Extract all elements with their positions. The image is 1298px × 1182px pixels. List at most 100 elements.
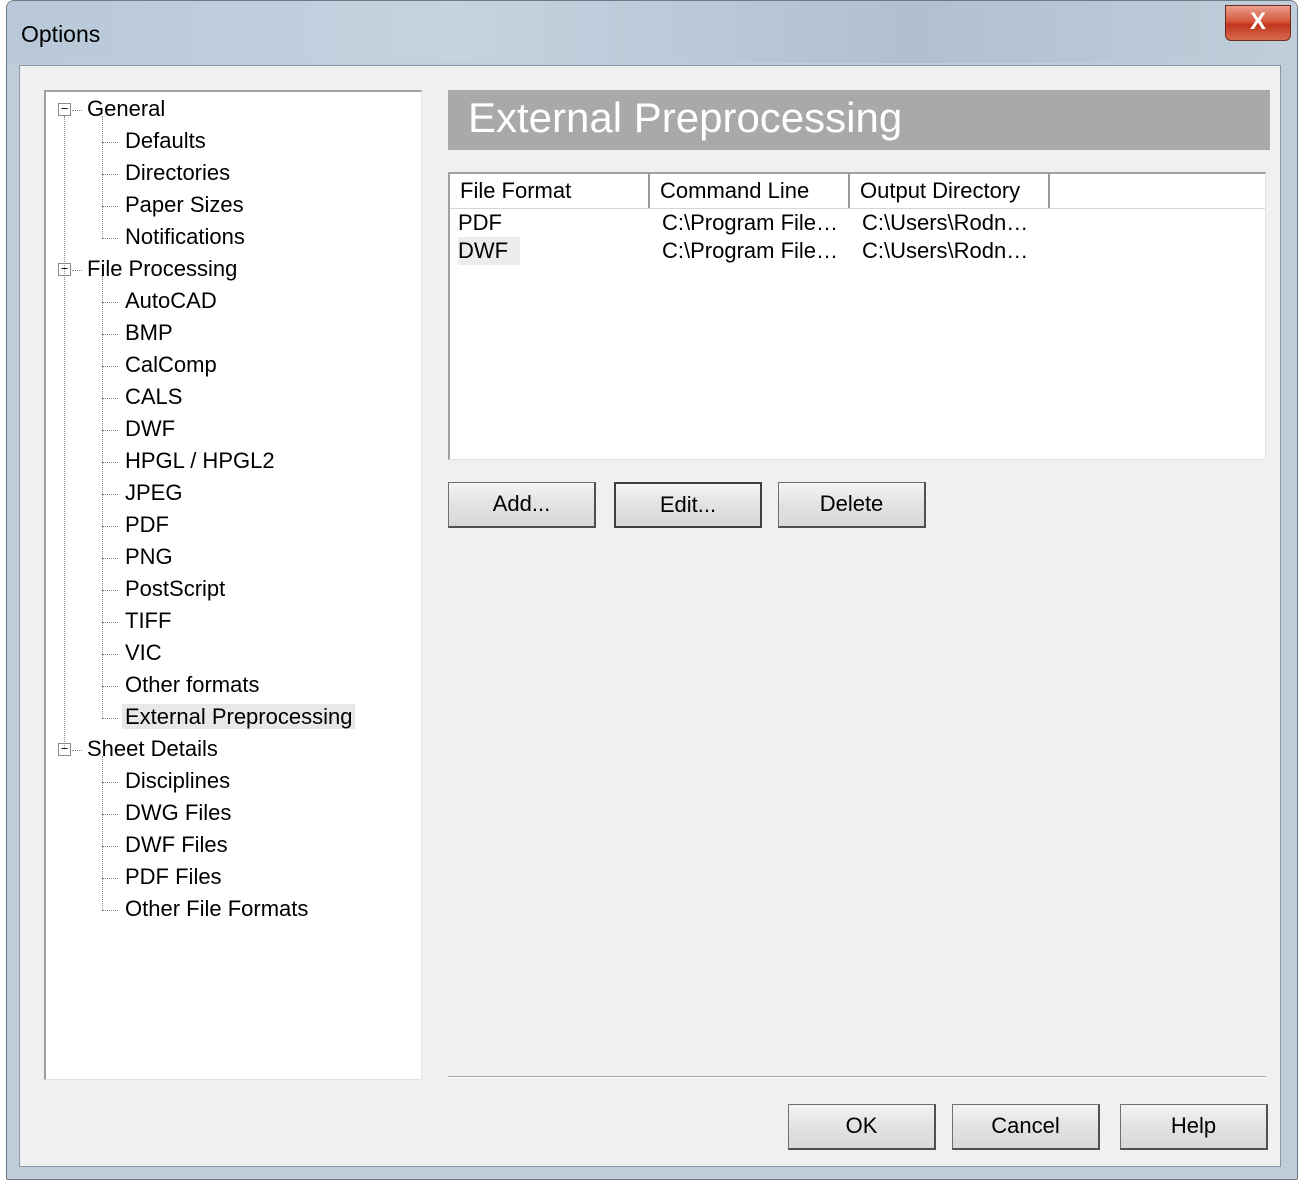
tree-connector [102, 276, 103, 718]
tree-item-label: DWG Files [125, 800, 232, 825]
tree-item-label: AutoCAD [125, 288, 217, 313]
tree-connector [72, 750, 82, 751]
tree-item-label: External Preprocessing [122, 704, 356, 729]
tree-group-label: File Processing [87, 256, 238, 281]
delete-button[interactable]: Delete [778, 482, 926, 528]
tree-item-external-preprocessing[interactable]: External Preprocessing [122, 702, 356, 732]
tree-connector [102, 756, 103, 910]
tree-connector [102, 206, 118, 207]
tree-connector [102, 622, 118, 623]
tree-item-label: DWF [125, 416, 176, 441]
collapse-toggle-icon[interactable]: − [58, 102, 71, 116]
window-title: Options [21, 21, 101, 47]
tree-item-pdf-files[interactable]: PDF Files [122, 862, 225, 892]
tree-item-label: PNG [125, 544, 173, 569]
list-row[interactable]: PDF C:\Program File… C:\Users\Rodn… [450, 209, 1265, 237]
tree-item-other-formats[interactable]: Other formats [122, 670, 262, 700]
tree-item-label: Notifications [125, 224, 245, 249]
cancel-button[interactable]: Cancel [952, 1104, 1100, 1150]
tree-group-sheet-details[interactable]: Sheet Details [84, 734, 221, 764]
tree-connector [102, 686, 118, 687]
tree-item-calcomp[interactable]: CalComp [122, 350, 220, 380]
tree-connector [102, 878, 118, 879]
title-bar[interactable]: Options X [7, 1, 1297, 63]
edit-button[interactable]: Edit... [614, 482, 762, 528]
ok-button[interactable]: OK [788, 1104, 936, 1150]
tree-item-dwg-files[interactable]: DWG Files [122, 798, 234, 828]
cell-command-line: C:\Program File… [662, 210, 839, 235]
tree-item-postscript[interactable]: PostScript [122, 574, 228, 604]
tree-item-label: Directories [125, 160, 231, 185]
tree-item-label: Other File Formats [125, 896, 309, 921]
column-file-format[interactable]: File Format [450, 174, 650, 208]
dialog-client-area: − General Defaults Directories Paper Sizes No… [19, 65, 1281, 1167]
tree-item-dwf[interactable]: DWF [122, 414, 178, 444]
tree-item-other-file-formats[interactable]: Other File Formats [122, 894, 311, 924]
cell-file-format: DWF [458, 237, 521, 265]
tree-item-label: DWF Files [125, 832, 228, 857]
tree-item-label: TIFF [125, 608, 172, 633]
tree-item-label: VIC [125, 640, 162, 665]
tree-item-defaults[interactable]: Defaults [122, 126, 209, 156]
tree-connector [102, 654, 118, 655]
tree-connector [72, 270, 82, 271]
tree-item-directories[interactable]: Directories [122, 158, 233, 188]
tree-connector [102, 590, 118, 591]
tree-item-dwf-files[interactable]: DWF Files [122, 830, 231, 860]
tree-connector [102, 718, 118, 719]
tree-connector [102, 846, 118, 847]
tree-connector [72, 110, 82, 111]
preprocessing-list[interactable]: File Format Command Line Output Director… [448, 172, 1266, 460]
tree-item-label: PostScript [125, 576, 226, 601]
tree-connector [102, 142, 118, 143]
tree-connector [102, 366, 118, 367]
tree-connector [64, 116, 65, 748]
close-button[interactable]: X [1225, 5, 1291, 41]
tree-connector [102, 526, 118, 527]
tree-item-disciplines[interactable]: Disciplines [122, 766, 233, 796]
tree-connector [102, 398, 118, 399]
column-output-directory[interactable]: Output Directory [850, 174, 1050, 208]
tree-connector [102, 558, 118, 559]
tree-group-label: General [87, 96, 166, 121]
cell-output-directory: C:\Users\Rodn… [862, 210, 1029, 235]
tree-connector [102, 462, 118, 463]
tree-item-pdf[interactable]: PDF [122, 510, 172, 540]
cell-output-directory: C:\Users\Rodn… [862, 238, 1029, 263]
tree-item-vic[interactable]: VIC [122, 638, 165, 668]
tree-item-autocad[interactable]: AutoCAD [122, 286, 220, 316]
tree-item-paper-sizes[interactable]: Paper Sizes [122, 190, 247, 220]
tree-connector [102, 430, 118, 431]
tree-item-notifications[interactable]: Notifications [122, 222, 248, 252]
column-command-line[interactable]: Command Line [650, 174, 850, 208]
tree-connector [102, 174, 118, 175]
tree-item-hpgl-hpgl2[interactable]: HPGL / HPGL2 [122, 446, 278, 476]
tree-group-label: Sheet Details [87, 736, 218, 761]
tree-item-label: JPEG [125, 480, 183, 505]
tree-connector [102, 116, 103, 238]
tree-item-png[interactable]: PNG [122, 542, 176, 572]
footer-separator [448, 1076, 1266, 1078]
tree-item-bmp[interactable]: BMP [122, 318, 176, 348]
cell-file-format: PDF [458, 210, 502, 235]
help-button[interactable]: Help [1120, 1104, 1268, 1150]
tree-item-label: Disciplines [125, 768, 231, 793]
tree-connector [102, 910, 118, 911]
tree-group-general[interactable]: General [84, 94, 168, 124]
tree-item-jpeg[interactable]: JPEG [122, 478, 185, 508]
tree-item-label: Defaults [125, 128, 206, 153]
add-button[interactable]: Add... [448, 482, 596, 528]
tree-item-cals[interactable]: CALS [122, 382, 185, 412]
tree-item-tiff[interactable]: TIFF [122, 606, 174, 636]
tree-connector [102, 494, 118, 495]
tree-item-label: PDF [125, 512, 169, 537]
tree-connector [102, 782, 118, 783]
tree-connector [102, 302, 118, 303]
tree-item-label: PDF Files [125, 864, 222, 889]
tree-group-file-processing[interactable]: File Processing [84, 254, 240, 284]
tree-item-label: CalComp [125, 352, 217, 377]
options-tree[interactable]: − General Defaults Directories Paper Sizes No… [44, 90, 422, 1080]
list-row[interactable]: DWF C:\Program File… C:\Users\Rodn… [450, 237, 1265, 265]
tree-item-label: CALS [125, 384, 183, 409]
panel-title: External Preprocessing [468, 94, 903, 141]
